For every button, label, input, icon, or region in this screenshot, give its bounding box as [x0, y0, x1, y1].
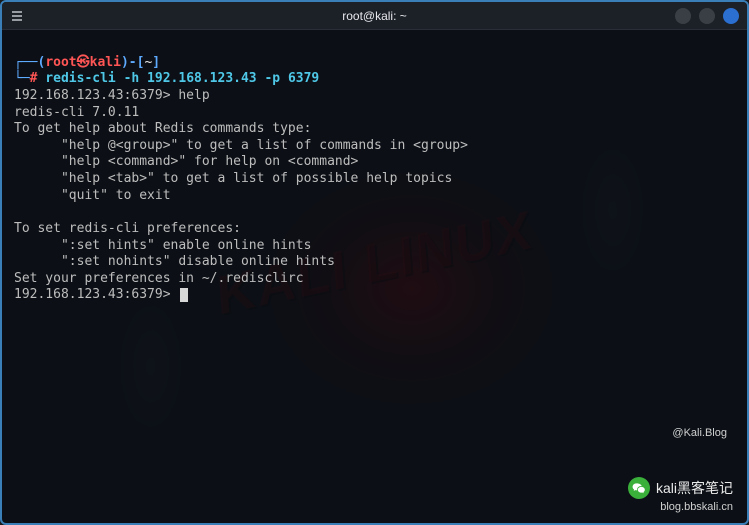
output-line: "help <command>" for help on <command> [14, 154, 358, 169]
close-button[interactable] [723, 8, 739, 24]
output-line: To set redis-cli preferences: [14, 221, 241, 236]
window-title: root@kali: ~ [90, 9, 659, 23]
output-line: "help @<group>" to get a list of command… [14, 138, 468, 153]
watermark: kali黑客笔记 blog.bbskali.cn [628, 477, 733, 513]
output-line: "quit" to exit [14, 188, 171, 203]
watermark-row: kali黑客笔记 [628, 477, 733, 499]
prompt-lead: └─ [14, 71, 30, 86]
wechat-icon [628, 477, 650, 499]
terminal-window: root@kali: ~ ┌──(root㉿kali)-[~] └─# redi… [0, 0, 749, 525]
terminal-body[interactable]: ┌──(root㉿kali)-[~] └─# redis-cli -h 192.… [2, 30, 747, 329]
output-line: ":set hints" enable online hints [14, 238, 311, 253]
prompt-deco: ┌──( [14, 55, 45, 70]
cursor [180, 288, 188, 302]
prompt-deco3: ] [152, 55, 160, 70]
prompt-host: kali [90, 55, 121, 70]
output-line: redis-cli 7.0.11 [14, 105, 139, 120]
current-prompt[interactable]: 192.168.123.43:6379> [14, 287, 188, 302]
prompt-sep: ㉿ [77, 55, 90, 70]
output-line: Set your preferences in ~/.redisclirc [14, 271, 304, 286]
menu-icon[interactable] [10, 9, 24, 23]
output-line: To get help about Redis commands type: [14, 121, 311, 136]
output-line: 192.168.123.43:6379> help [14, 88, 210, 103]
titlebar-left [10, 9, 90, 23]
titlebar: root@kali: ~ [2, 2, 747, 30]
prompt-user: root [45, 55, 76, 70]
minimize-button[interactable] [675, 8, 691, 24]
window-controls [659, 8, 739, 24]
watermark-sub: blog.bbskali.cn [660, 501, 733, 513]
output-line: "help <tab>" to get a list of possible h… [14, 171, 452, 186]
command-text: redis-cli -h 192.168.123.43 -p 6379 [37, 71, 319, 86]
prompt-text: 192.168.123.43:6379> [14, 287, 178, 302]
maximize-button[interactable] [699, 8, 715, 24]
watermark-name: kali黑客笔记 [656, 478, 733, 498]
prompt-deco2: )-[ [121, 55, 144, 70]
output-line: ":set nohints" disable online hints [14, 254, 335, 269]
watermark-handle: @Kali.Blog [672, 427, 727, 439]
